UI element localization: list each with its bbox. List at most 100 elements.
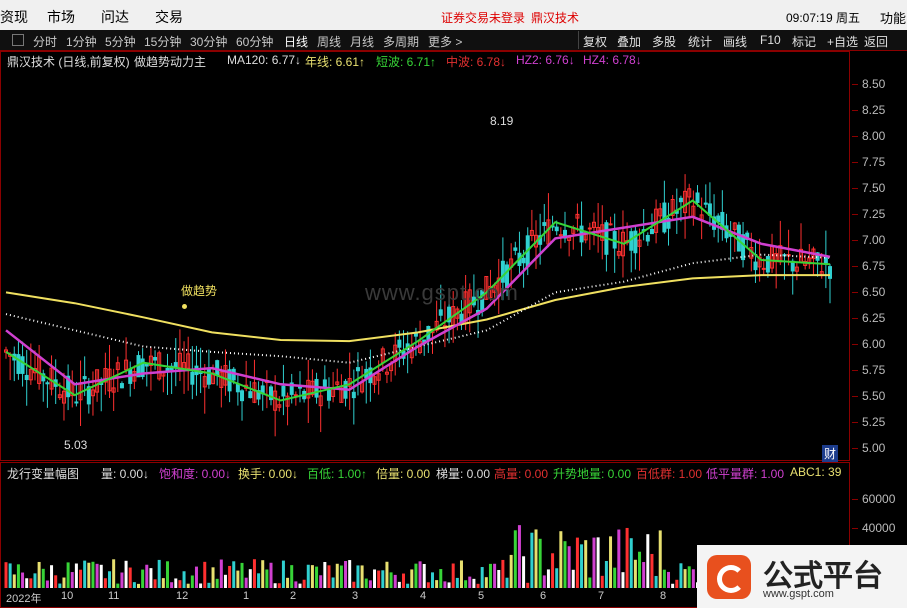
candle-body bbox=[165, 367, 170, 371]
x-tick: 6 bbox=[540, 590, 547, 602]
menu-item-trade[interactable]: 交易 bbox=[155, 7, 183, 27]
volume-bar bbox=[509, 554, 513, 588]
volume-bar bbox=[265, 569, 269, 588]
volume-bar bbox=[683, 569, 687, 588]
volume-bar bbox=[29, 578, 33, 588]
volume-bar bbox=[8, 563, 12, 588]
volume-bar bbox=[219, 559, 223, 588]
candle-body bbox=[20, 356, 25, 374]
price-chart-svg[interactable] bbox=[0, 60, 850, 460]
candle-body bbox=[206, 367, 211, 385]
tool-duogu[interactable]: 多股 bbox=[652, 33, 676, 50]
period-weekly[interactable]: 周线 bbox=[317, 33, 341, 50]
volume-bar bbox=[517, 525, 521, 588]
candle-body bbox=[649, 228, 654, 235]
period-30min[interactable]: 30分钟 bbox=[190, 33, 227, 50]
candle-body bbox=[608, 223, 613, 226]
volume-bar bbox=[149, 568, 153, 588]
volume-bar bbox=[124, 560, 128, 588]
tool-diejia[interactable]: 叠加 bbox=[617, 33, 641, 50]
x-tick: 12 bbox=[176, 590, 189, 602]
login-notice[interactable]: 证券交易未登录 bbox=[441, 9, 525, 26]
volume-bar bbox=[339, 565, 343, 588]
volume-bar bbox=[277, 583, 281, 588]
volume-bar bbox=[530, 532, 534, 588]
logo-url: www.gspt.com bbox=[763, 588, 834, 600]
volume-bar bbox=[137, 583, 141, 588]
candle-body bbox=[351, 391, 356, 399]
volume-bar bbox=[174, 578, 178, 588]
volume-bar bbox=[414, 563, 418, 588]
period-multi[interactable]: 多周期 bbox=[383, 33, 419, 50]
volume-bar bbox=[294, 581, 298, 588]
volume-bar bbox=[410, 569, 414, 588]
volume-bar bbox=[480, 567, 484, 588]
candle-body bbox=[293, 394, 298, 397]
candle-body bbox=[554, 226, 559, 232]
volume-bar bbox=[679, 563, 683, 588]
tool-back[interactable]: 返回 bbox=[864, 33, 888, 50]
tool-fuquan[interactable]: 复权 bbox=[583, 33, 607, 50]
candle-body bbox=[240, 390, 245, 402]
period-toolbar: 分时 1分钟 5分钟 15分钟 30分钟 60分钟 日线 周线 月线 多周期 更… bbox=[0, 30, 907, 51]
volume-bar bbox=[402, 573, 406, 588]
volume-bar bbox=[493, 563, 497, 588]
volume-bar bbox=[4, 562, 8, 588]
volume-bar bbox=[377, 570, 381, 588]
menu-item-market[interactable]: 市场 bbox=[47, 7, 75, 27]
candle-body bbox=[235, 383, 240, 393]
candle-body bbox=[633, 230, 638, 254]
volume-bar bbox=[389, 572, 393, 588]
volume-bar bbox=[33, 573, 37, 588]
volume-bar bbox=[621, 572, 625, 588]
period-monthly[interactable]: 月线 bbox=[350, 33, 374, 50]
volume-bar bbox=[654, 575, 658, 588]
x-tick: 8 bbox=[660, 590, 667, 602]
volume-bar bbox=[281, 560, 285, 588]
volume-bar bbox=[62, 577, 66, 588]
menu-item-zixun[interactable]: 资现 bbox=[0, 7, 28, 27]
period-1min[interactable]: 1分钟 bbox=[66, 33, 97, 50]
period-5min[interactable]: 5分钟 bbox=[105, 33, 136, 50]
candle-body bbox=[397, 339, 402, 348]
toolbar-divider bbox=[578, 31, 579, 49]
volume-bar bbox=[584, 540, 588, 588]
candle-body bbox=[190, 371, 195, 385]
tool-huaxian[interactable]: 画线 bbox=[723, 33, 747, 50]
period-fenshi[interactable]: 分时 bbox=[33, 33, 57, 50]
period-daily[interactable]: 日线 bbox=[284, 33, 308, 50]
tool-tongji[interactable]: 统计 bbox=[688, 33, 712, 50]
candle-body bbox=[45, 382, 50, 385]
volume-bar bbox=[667, 571, 671, 588]
volume-bar bbox=[228, 565, 232, 588]
collapse-icon[interactable] bbox=[12, 34, 24, 46]
volume-bar bbox=[526, 582, 530, 588]
menu-item-wenda[interactable]: 问达 bbox=[101, 7, 129, 27]
clock: 09:07:19 周五 bbox=[786, 11, 861, 25]
period-15min[interactable]: 15分钟 bbox=[144, 33, 181, 50]
brand-name: 鼎汉技术 bbox=[531, 11, 580, 25]
candle-body bbox=[355, 367, 360, 372]
period-60min[interactable]: 60分钟 bbox=[236, 33, 273, 50]
function-menu[interactable]: 功能 bbox=[880, 8, 906, 27]
period-more[interactable]: 更多 > bbox=[428, 33, 462, 50]
volume-bar bbox=[625, 527, 629, 588]
volume-bar bbox=[551, 553, 555, 588]
volume-bar bbox=[534, 529, 538, 588]
volume-bar bbox=[356, 565, 360, 588]
volume-bar bbox=[257, 573, 261, 588]
volume-bar bbox=[430, 572, 434, 588]
candle-body bbox=[438, 309, 443, 316]
volume-bar bbox=[567, 546, 571, 588]
cai-badge[interactable]: 财 bbox=[822, 445, 839, 462]
candle-body bbox=[695, 192, 700, 203]
volume-bar bbox=[497, 569, 501, 588]
volume-bar bbox=[145, 564, 149, 588]
tool-f10[interactable]: F10 bbox=[760, 33, 781, 47]
volume-bar bbox=[327, 565, 331, 588]
candle-body bbox=[521, 257, 526, 264]
tool-biaoji[interactable]: 标记 bbox=[792, 33, 816, 50]
volume-bar bbox=[186, 583, 190, 588]
tool-zixuan[interactable]: +自选 bbox=[827, 33, 858, 50]
volume-bar bbox=[335, 563, 339, 588]
